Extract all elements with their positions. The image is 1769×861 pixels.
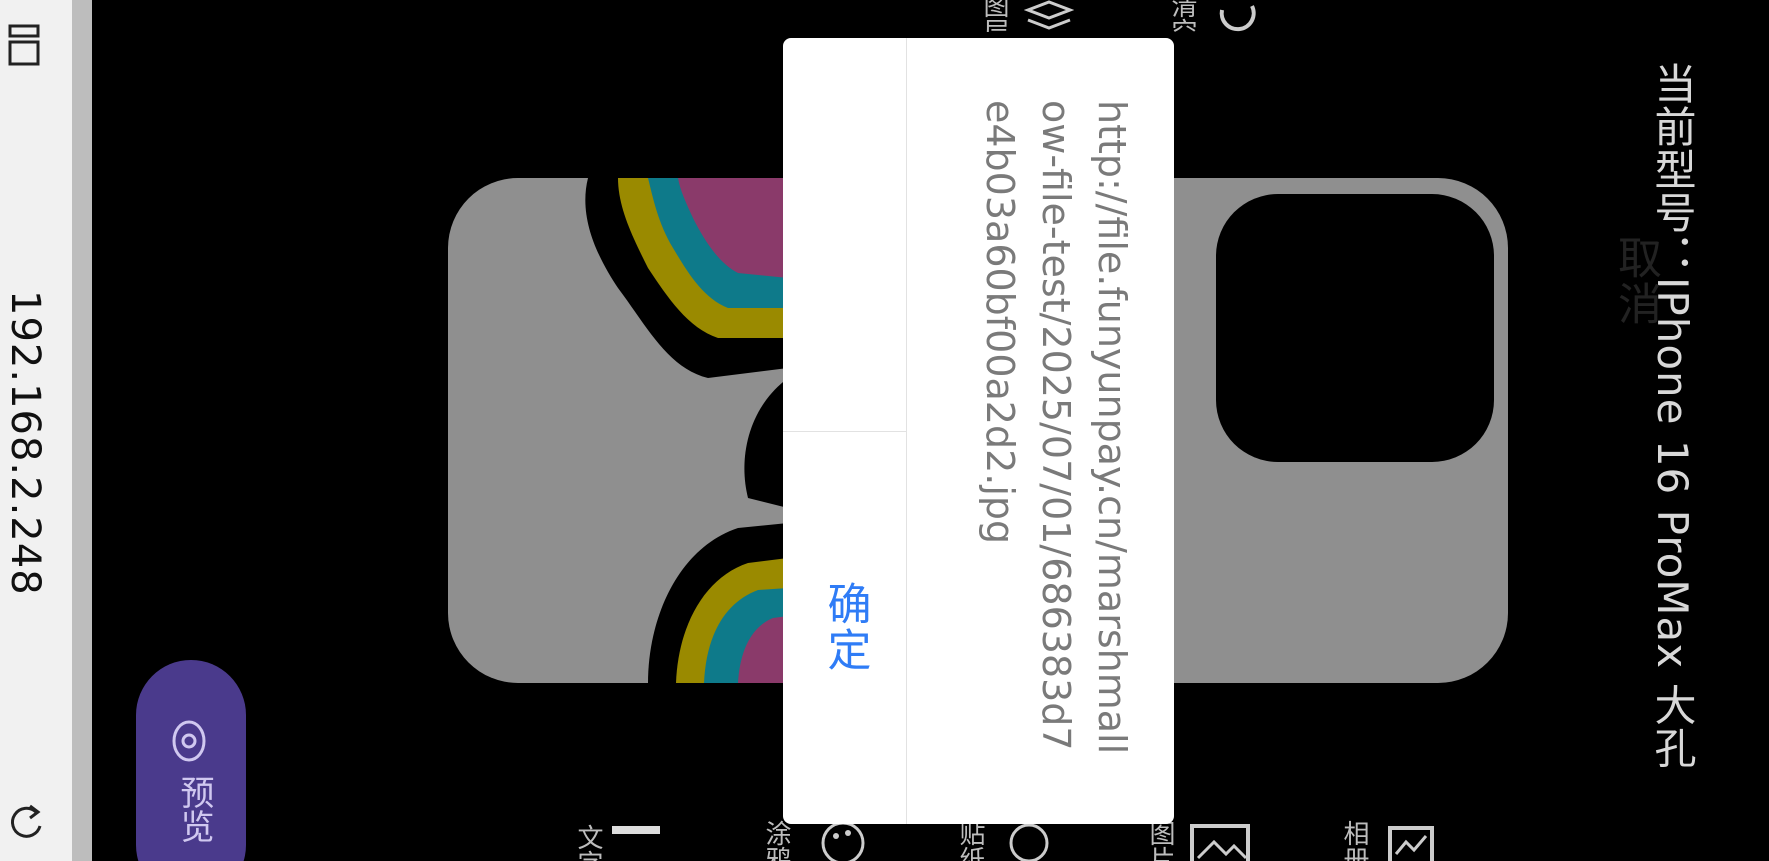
image-tool-label[interactable]: 图片 — [1142, 820, 1179, 861]
address-bar-text[interactable]: 192.168.2.248 — [2, 290, 48, 596]
layers-label: 图层 — [979, 0, 1009, 32]
app-screen: 192.168.2.248 图层 清空 当前型号：IPhone 16 ProMa… — [0, 0, 1769, 861]
tabs-icon[interactable] — [6, 22, 46, 68]
current-model-label: 当前型号：IPhone 16 ProMax 大孔 — [1648, 62, 1697, 770]
preview-label: 预览 — [174, 775, 214, 843]
image-icon[interactable] — [1188, 822, 1252, 861]
layers-icon[interactable] — [1024, 0, 1074, 36]
text-tool-icon[interactable] — [612, 826, 660, 861]
palette-icon[interactable] — [818, 818, 868, 861]
text-tool-label[interactable]: 文字 — [570, 824, 607, 861]
eye-icon — [172, 720, 206, 762]
dialog-divider — [906, 38, 907, 824]
sticker-tool-label[interactable]: 贴纸 — [952, 820, 989, 861]
dialog-message: http://file.funyunpay.cn/marshmallow-fil… — [978, 100, 1134, 755]
clear-icon[interactable] — [1212, 0, 1262, 36]
clear-label: 清空 — [1167, 0, 1197, 32]
cancel-button[interactable]: 取消 — [783, 38, 1660, 431]
reload-icon[interactable] — [4, 800, 48, 844]
confirm-button[interactable]: 确定 — [783, 432, 906, 824]
cancel-button-label: 取消 — [1611, 234, 1660, 327]
album-icon[interactable] — [1386, 824, 1436, 861]
camera-cutout — [1216, 194, 1494, 462]
confirm-button-label: 确定 — [820, 580, 870, 673]
doodle-tool-label[interactable]: 涂鸦 — [758, 820, 795, 861]
album-tool-label[interactable]: 相册 — [1336, 820, 1373, 861]
sticker-icon[interactable] — [1004, 818, 1054, 861]
